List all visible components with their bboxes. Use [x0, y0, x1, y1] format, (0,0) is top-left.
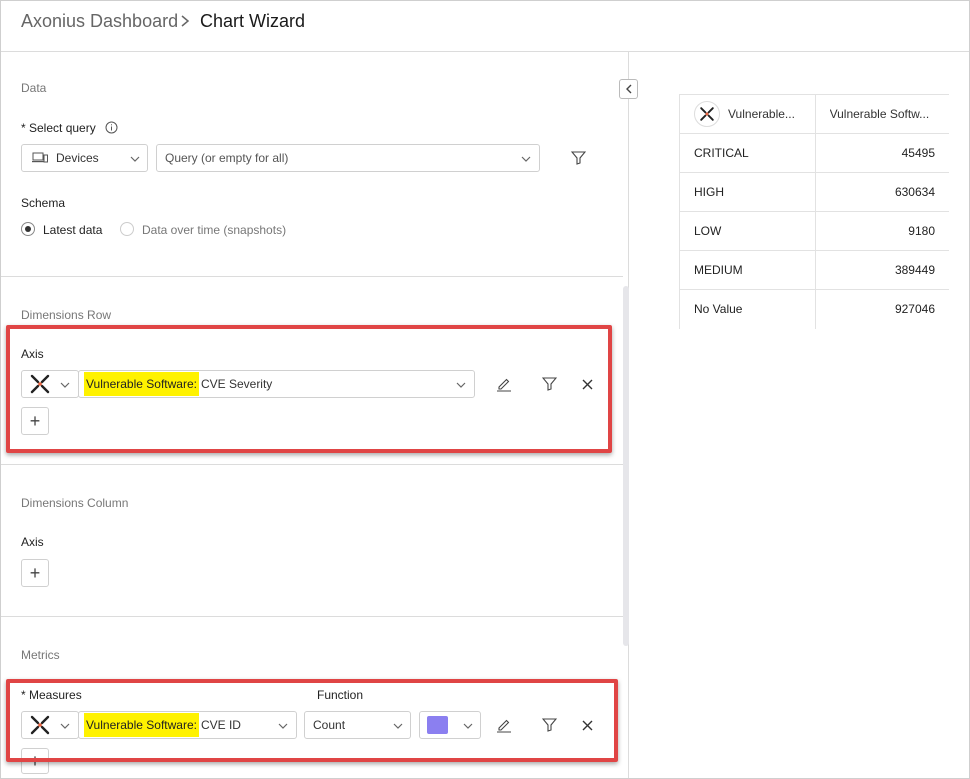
row-field-name: CVE Severity — [200, 377, 273, 391]
chevron-right-icon — [181, 15, 190, 27]
axonius-adapter-icon — [30, 715, 50, 735]
close-icon — [582, 720, 592, 730]
entity-select[interactable]: Devices — [21, 144, 148, 172]
row-edit-button[interactable] — [493, 373, 515, 395]
collapse-panel-button[interactable] — [619, 79, 638, 99]
table-cell: 927046 — [894, 302, 935, 317]
row-adapter-select[interactable] — [21, 370, 79, 398]
function-select-value: Count — [313, 718, 346, 732]
table-cell: 45495 — [815, 133, 949, 173]
chevron-down-icon — [60, 382, 70, 388]
table-cell: CRITICAL — [679, 133, 816, 173]
pencil-icon — [497, 719, 511, 733]
table-cell: MEDIUM — [679, 250, 816, 290]
scrollbar[interactable] — [623, 286, 629, 646]
table-row: No Value 927046 — [679, 289, 950, 329]
chart-wizard-window: Axonius Dashboard Chart Wizard Data * Se… — [0, 0, 970, 779]
row-field-select[interactable]: Vulnerable Software: CVE Severity — [78, 370, 475, 398]
column-add-axis-button[interactable]: + — [21, 559, 49, 587]
row-filter-button[interactable] — [538, 373, 560, 395]
table-header-cell[interactable]: Vulnerable Softw... — [815, 94, 949, 134]
measure-add-button[interactable]: + — [21, 748, 49, 774]
function-label: Function — [317, 688, 364, 702]
measure-remove-button[interactable] — [576, 714, 598, 736]
breadcrumb-parent[interactable]: Axonius Dashboard — [21, 11, 178, 32]
filter-icon — [570, 151, 586, 165]
table-row: MEDIUM 389449 — [679, 250, 949, 290]
chevron-down-icon — [393, 723, 403, 729]
table-header-label: Vulnerable... — [728, 107, 795, 121]
axonius-adapter-icon — [30, 374, 50, 394]
table-row: CRITICAL 45495 — [679, 133, 949, 173]
devices-icon — [32, 152, 48, 163]
table-header-row: Vulnerable... Vulnerable Softw... — [679, 94, 949, 134]
row-field-prefix: Vulnerable Software: — [84, 372, 199, 396]
axonius-adapter-icon — [694, 101, 720, 127]
table-cell: 9180 — [815, 211, 949, 251]
table-row: HIGH 630634 — [679, 172, 949, 212]
chevron-down-icon — [278, 723, 288, 729]
measure-field-name: CVE ID — [200, 718, 241, 732]
preview-table: Vulnerable... Vulnerable Softw... CRITIC… — [679, 94, 949, 329]
measure-field-select[interactable]: Vulnerable Software: CVE ID — [78, 711, 297, 739]
schema-latest-radio[interactable] — [21, 222, 35, 236]
row-add-axis-button[interactable]: + — [21, 407, 49, 435]
metrics-title: Metrics — [21, 648, 60, 662]
table-cell: LOW — [679, 211, 816, 251]
function-select[interactable]: Count — [304, 711, 411, 739]
measure-field-prefix: Vulnerable Software: — [84, 713, 199, 737]
dimensions-row-axis-label: Axis — [21, 347, 44, 361]
chevron-down-icon — [130, 156, 140, 162]
pencil-icon — [497, 378, 511, 392]
table-cell: 389449 — [815, 250, 949, 290]
query-filter-button[interactable] — [567, 147, 589, 169]
close-icon — [582, 379, 592, 389]
schema-latest-label: Latest data — [43, 223, 103, 237]
chevron-down-icon — [521, 156, 531, 162]
table-cell: HIGH — [679, 172, 816, 212]
dimensions-column-axis-label: Axis — [21, 535, 44, 549]
dimensions-column-title: Dimensions Column — [21, 496, 129, 510]
filter-icon — [541, 377, 557, 391]
chevron-left-icon — [625, 84, 631, 94]
divider — [1, 276, 623, 277]
chevron-down-icon — [456, 382, 466, 388]
table-cell: No Value — [679, 289, 816, 329]
table-header-label: Vulnerable Softw... — [829, 107, 930, 122]
measure-edit-button[interactable] — [493, 714, 515, 736]
measures-label: * Measures — [21, 688, 82, 702]
divider — [1, 464, 623, 465]
dimensions-row-title: Dimensions Row — [21, 308, 112, 322]
table-header-cell[interactable]: Vulnerable... — [679, 94, 816, 134]
query-select[interactable]: Query (or empty for all) — [156, 144, 540, 172]
divider — [1, 616, 623, 617]
table-cell: 630634 — [815, 172, 949, 212]
data-section-title: Data — [21, 81, 47, 95]
filter-icon — [541, 718, 557, 732]
entity-select-value: Devices — [56, 151, 99, 165]
color-swatch — [427, 716, 448, 734]
schema-snapshots-label: Data over time (snapshots) — [142, 223, 287, 237]
query-select-placeholder: Query (or empty for all) — [165, 151, 289, 165]
measure-filter-button[interactable] — [538, 714, 560, 736]
info-icon[interactable] — [105, 121, 118, 134]
header: Axonius Dashboard Chart Wizard — [1, 1, 969, 52]
chevron-down-icon — [463, 723, 473, 729]
chevron-down-icon — [60, 723, 70, 729]
page-title: Chart Wizard — [200, 11, 306, 31]
measure-adapter-select[interactable] — [21, 711, 79, 739]
row-remove-button[interactable] — [576, 373, 598, 395]
measure-color-select[interactable] — [419, 711, 481, 739]
select-query-label: * Select query — [21, 121, 96, 135]
schema-label: Schema — [21, 196, 66, 210]
table-row: LOW 9180 — [679, 211, 949, 251]
schema-snapshots-radio[interactable] — [120, 222, 134, 236]
